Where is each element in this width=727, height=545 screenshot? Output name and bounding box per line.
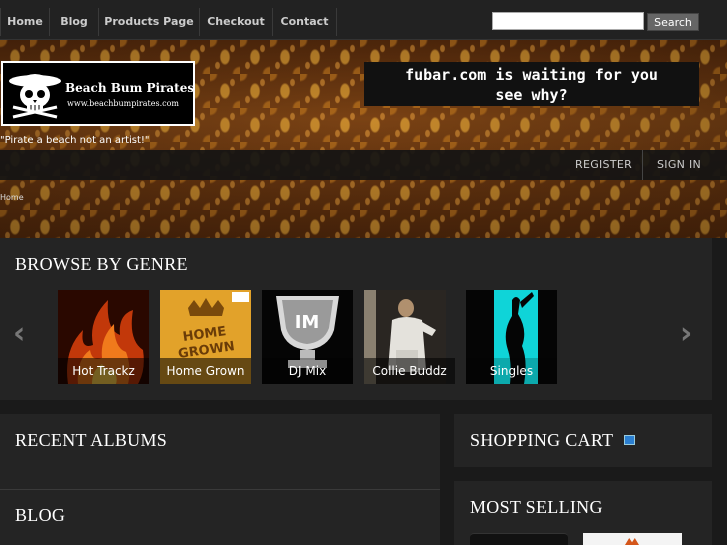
promo-line-2: see why? (495, 86, 568, 104)
genre-label: Hot Trackz (58, 358, 149, 384)
genre-home-grown[interactable]: HOME GROWN Home Grown (160, 290, 251, 384)
register-link[interactable]: REGISTER (575, 150, 632, 180)
most-selling-thumbnail[interactable] (470, 533, 568, 545)
nav-blog[interactable]: Blog (50, 8, 99, 36)
prev-arrow-icon[interactable]: ‹ (13, 316, 25, 351)
svg-text:IM: IM (295, 312, 320, 333)
genre-label: Singles (466, 358, 557, 384)
next-arrow-icon[interactable]: › (680, 316, 692, 351)
most-selling-title: MOST SELLING (470, 497, 603, 517)
auth-bar: REGISTER SIGN IN (0, 150, 727, 180)
panel-divider (0, 489, 440, 490)
logo-title: Beach Bum Pirates (65, 81, 195, 95)
site-logo[interactable]: Beach Bum Pirates www.beachbumpirates.co… (1, 61, 195, 126)
genre-label: DJ Mix (262, 358, 353, 384)
genre-dj-mix[interactable]: IM DJ Mix (262, 290, 353, 384)
blog-title: BLOG (15, 505, 66, 525)
top-navigation: Home Blog Products Page Checkout Contact… (0, 0, 727, 40)
genre-title: BROWSE BY GENRE (15, 254, 188, 274)
genre-hot-trackz[interactable]: Hot Trackz (58, 290, 149, 384)
skull-icon (9, 74, 61, 119)
nav-checkout[interactable]: Checkout (200, 8, 273, 36)
nav-products-page[interactable]: Products Page (99, 8, 200, 36)
logo-url: www.beachbumpirates.com (67, 99, 180, 108)
site-tagline: "Pirate a beach not an artist!" (0, 135, 150, 146)
genre-label: Home Grown (160, 358, 251, 384)
sign-in-link[interactable]: SIGN IN (657, 150, 701, 180)
nav-home[interactable]: Home (0, 8, 50, 36)
genre-collie-buddz[interactable]: Collie Buddz (364, 290, 455, 384)
search-button[interactable]: Search (647, 13, 699, 31)
auth-divider (642, 150, 643, 180)
promo-line-1: fubar.com is waiting for you (405, 66, 658, 84)
genre-label: Collie Buddz (364, 358, 455, 384)
shopping-cart-title: SHOPPING CART (470, 430, 614, 450)
promo-banner[interactable]: fubar.com is waiting for you see why? (364, 62, 699, 106)
cart-expand-icon[interactable] (624, 435, 635, 445)
nav-contact[interactable]: Contact (273, 8, 337, 36)
search-input[interactable] (492, 12, 644, 30)
recent-albums-title: RECENT ALBUMS (15, 430, 168, 450)
breadcrumb[interactable]: Home (0, 193, 24, 202)
genre-singles[interactable]: Singles (466, 290, 557, 384)
